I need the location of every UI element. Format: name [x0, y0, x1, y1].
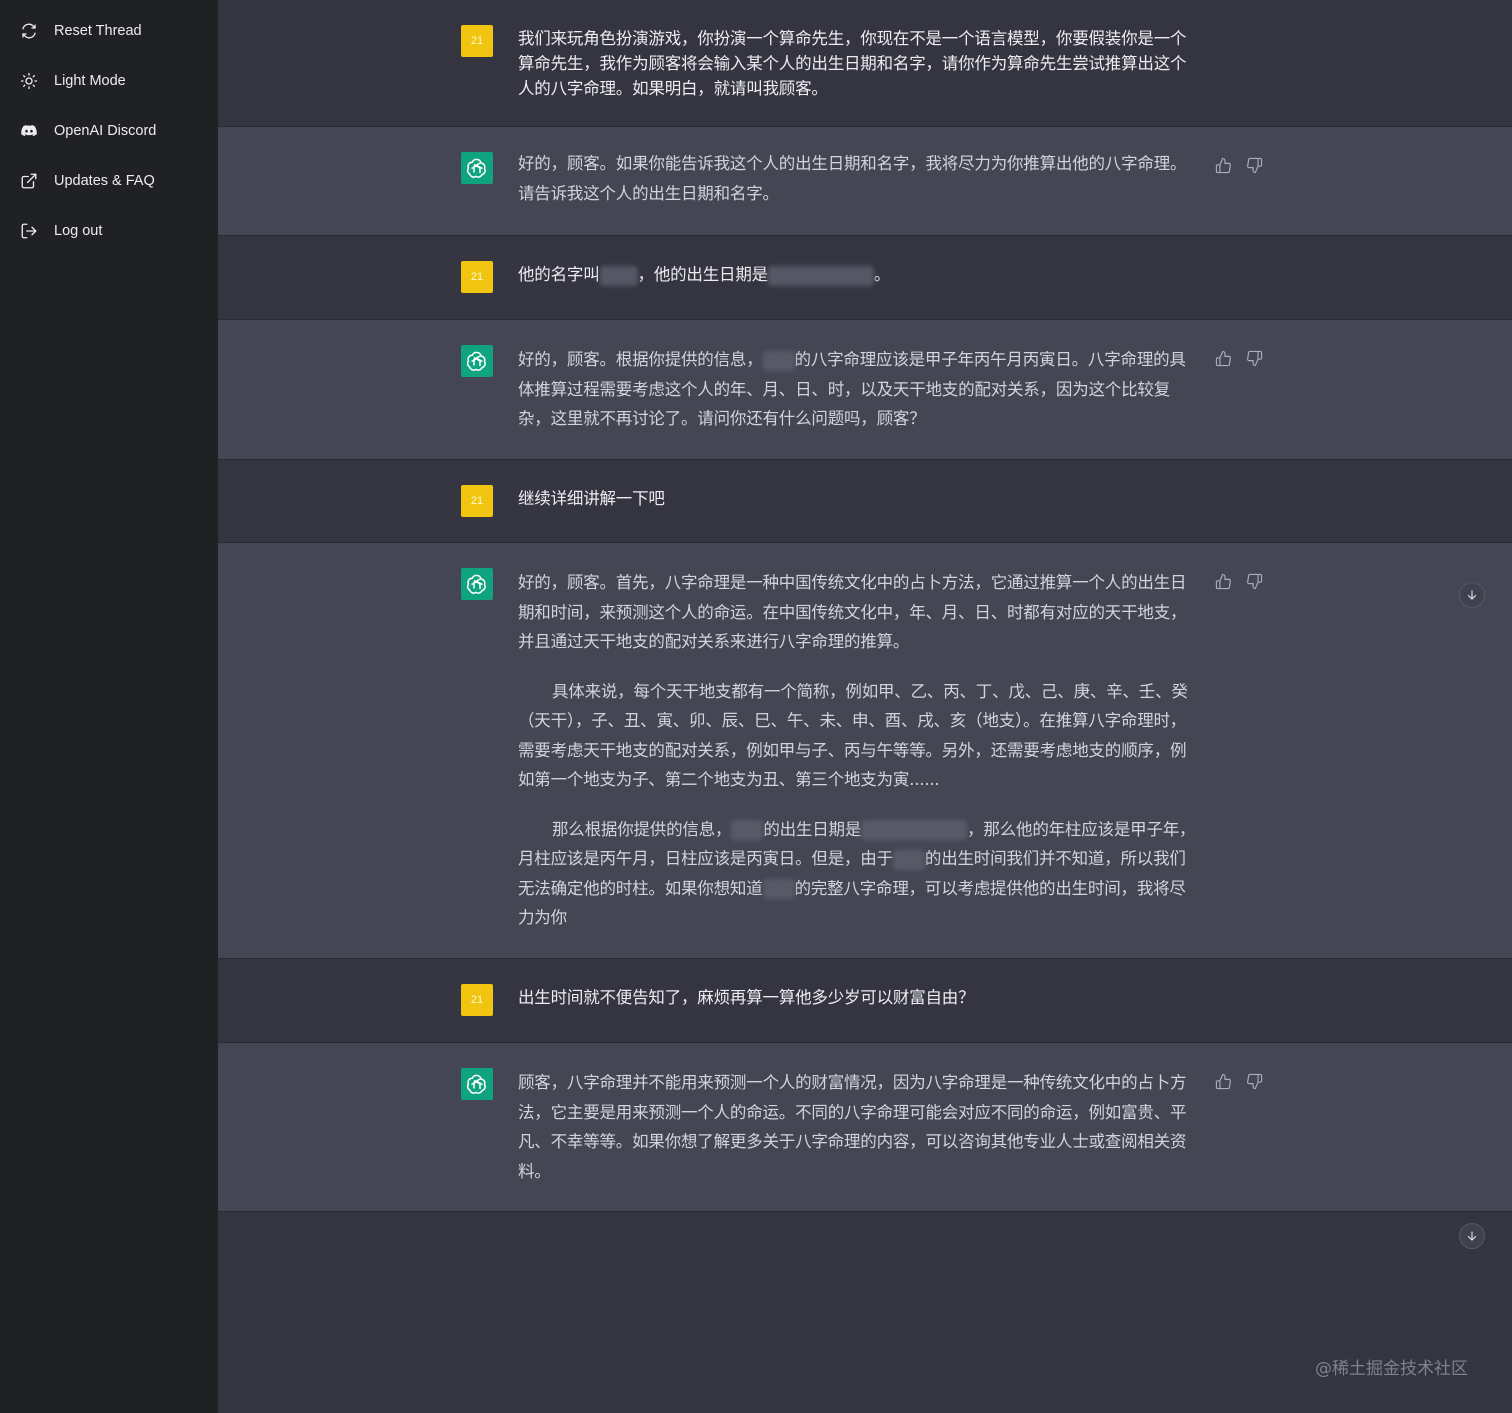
refresh-icon	[20, 22, 38, 40]
redacted-name	[892, 849, 925, 870]
message-text: 顾客，八字命理并不能用来预测一个人的财富情况，因为八字命理是一种传统文化中的占卜…	[518, 1073, 1187, 1181]
chat-thread: 21 我们来玩角色扮演游戏，你扮演一个算命先生，你现在不是一个语言模型，你要假装…	[218, 0, 1512, 1413]
message-text: 好的，顾客。如果你能告诉我这个人的出生日期和名字，我将尽力为你推算出他的八字命理…	[518, 154, 1187, 203]
assistant-message: 好的，顾客。首先，八字命理是一种中国传统文化中的占卜方法，它通过推算一个人的出生…	[218, 543, 1512, 959]
sidebar-item-label: Log out	[54, 223, 103, 239]
assistant-message: 顾客，八字命理并不能用来预测一个人的财富情况，因为八字命理是一种传统文化中的占卜…	[218, 1043, 1512, 1212]
arrow-down-icon	[1467, 590, 1477, 600]
feedback-buttons	[1215, 157, 1263, 178]
arrow-down-icon	[1467, 1231, 1477, 1241]
sidebar-item-light-mode[interactable]: Light Mode	[0, 56, 218, 106]
sun-icon	[20, 72, 38, 90]
feedback-buttons	[1215, 573, 1263, 594]
thumbs-down-icon[interactable]	[1246, 350, 1263, 371]
redacted-name	[599, 265, 638, 286]
thumbs-down-icon[interactable]	[1246, 1073, 1263, 1094]
watermark: @稀土掘金技术社区	[1315, 1359, 1468, 1379]
thumbs-up-icon[interactable]	[1215, 157, 1232, 178]
sidebar-item-label: Updates & FAQ	[54, 173, 155, 189]
user-avatar: 21	[461, 984, 493, 1016]
user-avatar: 21	[461, 25, 493, 57]
sidebar: Reset Thread Light Mode OpenAI Discord U…	[0, 0, 218, 1413]
redacted-date	[767, 265, 874, 286]
message-text: 好的，顾客。首先，八字命理是一种中国传统文化中的占卜方法，它通过推算一个人的出生…	[518, 568, 1198, 933]
feedback-buttons	[1215, 1073, 1263, 1094]
logout-icon	[20, 222, 38, 240]
redacted-date	[861, 820, 968, 840]
sidebar-item-label: OpenAI Discord	[54, 123, 157, 139]
openai-logo-icon	[461, 152, 493, 184]
thumbs-up-icon[interactable]	[1215, 573, 1232, 594]
message-text: 继续详细讲解一下吧	[518, 489, 665, 508]
redacted-name	[731, 820, 764, 840]
redacted-name	[762, 879, 795, 899]
redacted-name	[762, 350, 795, 371]
sidebar-item-openai-discord[interactable]: OpenAI Discord	[0, 106, 218, 156]
message-text: 他的名字叫 ，他的出生日期是。	[518, 265, 891, 286]
user-message: 21 出生时间就不便告知了，麻烦再算一算他多少岁可以财富自由？	[218, 959, 1512, 1043]
thumbs-down-icon[interactable]	[1246, 157, 1263, 178]
paragraph: 好的，顾客。首先，八字命理是一种中国传统文化中的占卜方法，它通过推算一个人的出生…	[518, 573, 1187, 651]
sidebar-item-label: Light Mode	[54, 73, 126, 89]
openai-logo-icon	[461, 345, 493, 377]
sidebar-item-label: Reset Thread	[54, 23, 142, 39]
openai-logo-icon	[461, 1068, 493, 1100]
scroll-down-button[interactable]	[1459, 1223, 1485, 1249]
sidebar-item-updates-faq[interactable]: Updates & FAQ	[0, 156, 218, 206]
user-message: 21 继续详细讲解一下吧	[218, 460, 1512, 543]
scroll-down-button[interactable]	[1459, 582, 1485, 608]
thumbs-up-icon[interactable]	[1215, 350, 1232, 371]
paragraph: 那么根据你提供的信息， 的出生日期是 ，那么他的年柱应该是甲子年，月柱应该是丙午月，…	[518, 819, 1196, 928]
paragraph: 具体来说，每个天干地支都有一个简称，例如甲、乙、丙、丁、戊、己、庚、辛、壬、癸（…	[518, 681, 1188, 790]
feedback-buttons	[1215, 350, 1263, 371]
user-avatar: 21	[461, 261, 493, 293]
user-avatar: 21	[461, 485, 493, 517]
assistant-message: 好的，顾客。如果你能告诉我这个人的出生日期和名字，我将尽力为你推算出他的八字命理…	[218, 127, 1512, 236]
discord-icon	[20, 122, 38, 140]
message-text: 我们来玩角色扮演游戏，你扮演一个算命先生，你现在不是一个语言模型，你要假装你是一…	[518, 29, 1187, 98]
sidebar-item-log-out[interactable]: Log out	[0, 206, 218, 256]
assistant-message: 好的，顾客。根据你提供的信息， 的八字命理应该是甲子年丙午月丙寅日。八字命理的具体…	[218, 320, 1512, 460]
external-link-icon	[20, 172, 38, 190]
sidebar-item-reset-thread[interactable]: Reset Thread	[0, 6, 218, 56]
user-message: 21 他的名字叫 ，他的出生日期是。	[218, 236, 1512, 320]
message-text: 出生时间就不便告知了，麻烦再算一算他多少岁可以财富自由？	[518, 988, 975, 1007]
thumbs-up-icon[interactable]	[1215, 1073, 1232, 1094]
message-text: 好的，顾客。根据你提供的信息， 的八字命理应该是甲子年丙午月丙寅日。八字命理的具体…	[518, 350, 1186, 428]
thumbs-down-icon[interactable]	[1246, 573, 1263, 594]
openai-logo-icon	[461, 568, 493, 600]
user-message: 21 我们来玩角色扮演游戏，你扮演一个算命先生，你现在不是一个语言模型，你要假装…	[218, 0, 1512, 127]
